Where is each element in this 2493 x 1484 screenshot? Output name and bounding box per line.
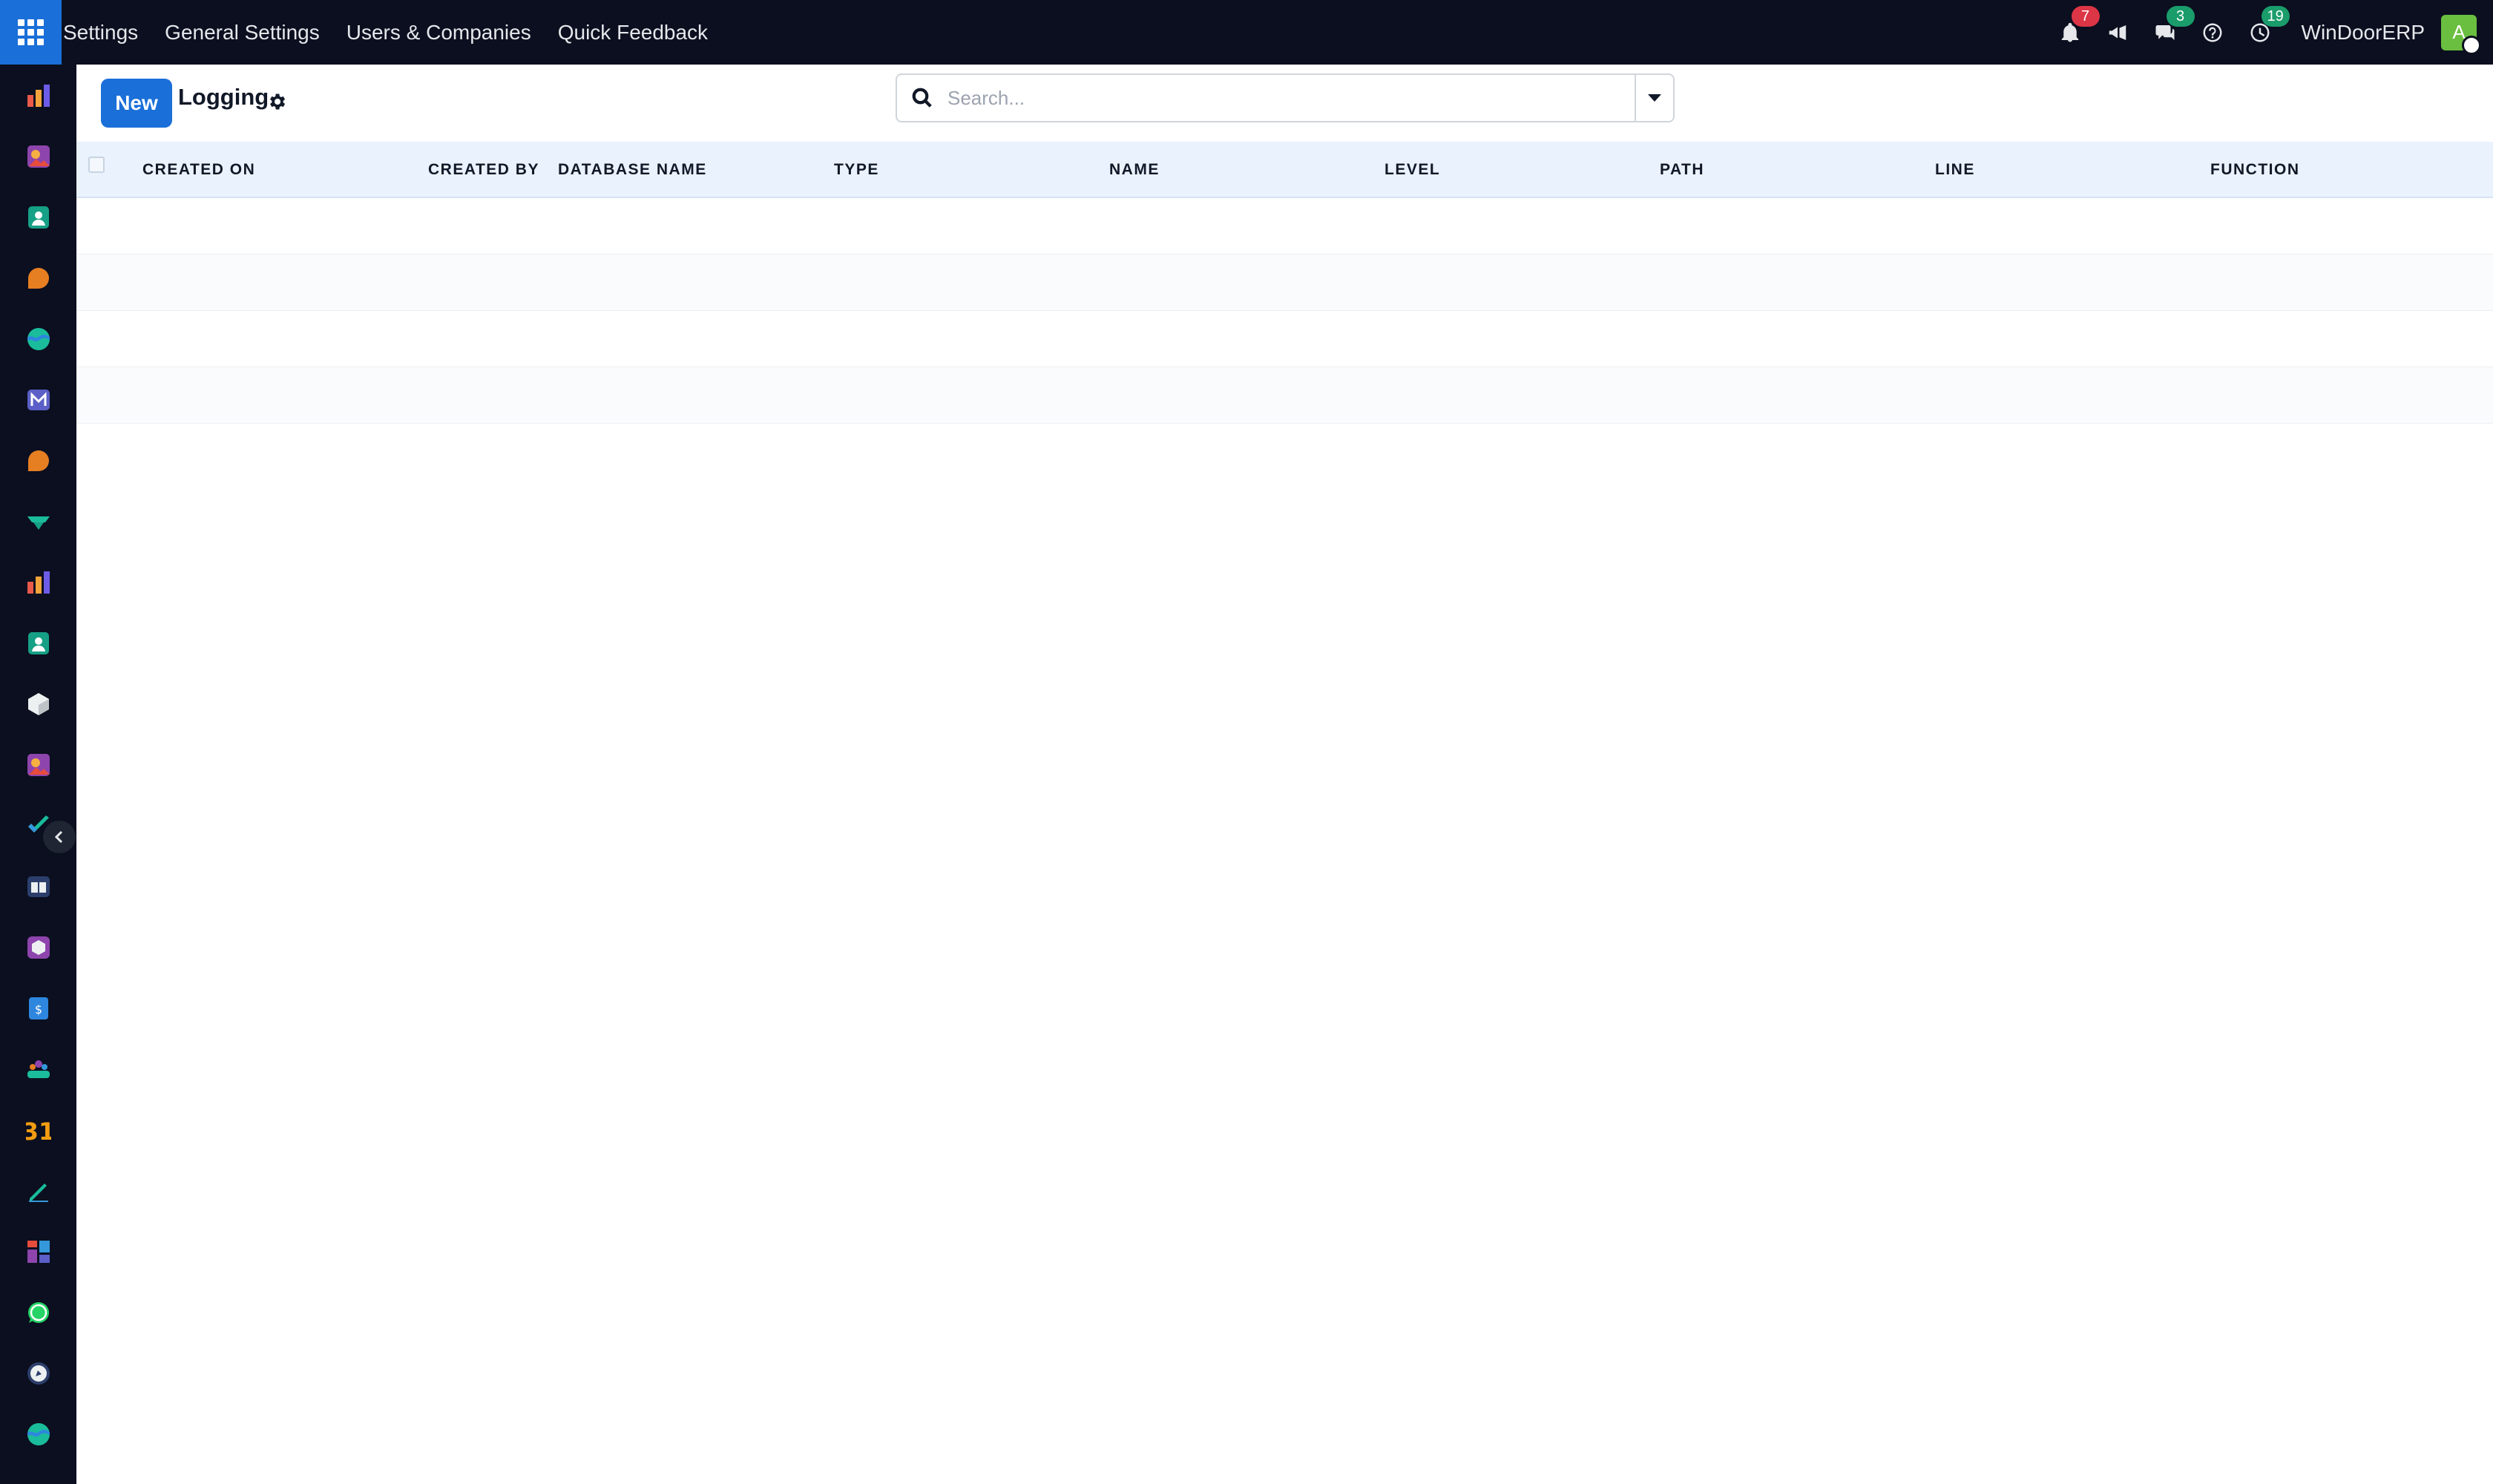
column-database-name[interactable]: DATABASE NAME [558,161,707,179]
menu-settings[interactable]: Settings [62,0,151,65]
dashboard-icon[interactable] [24,1237,53,1267]
megaphone-icon [2109,24,2126,40]
sidebar-collapse-button[interactable] [43,821,76,853]
new-button[interactable]: New [101,79,172,128]
search-input[interactable] [947,76,1635,120]
check-ribbon-icon[interactable] [24,507,53,536]
company-switcher[interactable]: WinDoorERP [2284,21,2441,45]
grid-icon [18,19,44,45]
table-row [76,255,2493,311]
announcements-button[interactable] [2094,0,2141,65]
calendar-icon[interactable]: 31 [24,1115,53,1145]
menu-general-settings[interactable]: General Settings [151,0,333,65]
column-line[interactable]: LINE [1935,161,1975,179]
bar-chart-icon[interactable] [24,81,53,111]
app-sidebar: $ 31 [0,65,76,1484]
svg-text:31: 31 [26,1117,51,1143]
gear-icon[interactable] [266,91,287,112]
pen-icon[interactable] [24,1176,53,1206]
table-row [76,198,2493,255]
image-edit-icon[interactable] [24,750,53,780]
team-icon[interactable] [24,1054,53,1084]
book-icon[interactable] [24,872,53,902]
caret-down-icon [1648,94,1661,102]
contacts-icon[interactable] [24,628,53,658]
column-created-by[interactable]: CREATED BY [428,161,539,179]
wave-icon[interactable] [24,1419,53,1449]
control-panel: New Logging [76,65,2493,142]
compass-icon[interactable] [24,1359,53,1388]
list-table: CREATED ON CREATED BY DATABASE NAME TYPE… [76,142,2493,424]
top-navbar: Settings General Settings Users & Compan… [0,0,2493,65]
main-menu: Settings General Settings Users & Compan… [62,0,721,65]
help-button[interactable] [2189,0,2236,65]
activities-button[interactable]: 19 [2236,0,2290,65]
table-row [76,367,2493,424]
mail-icon[interactable] [24,385,53,415]
notifications-button[interactable]: 7 [2046,0,2100,65]
invoice-icon[interactable]: $ [24,994,53,1023]
column-created-on[interactable]: CREATED ON [142,161,255,179]
chat-bubble-icon[interactable] [24,446,53,476]
column-name[interactable]: NAME [1109,161,1160,179]
question-circle-icon [2203,23,2222,42]
page-title: Logging [178,84,269,110]
column-function[interactable]: FUNCTION [2210,161,2300,179]
column-path[interactable]: PATH [1660,161,1704,179]
svg-text:$: $ [35,1002,42,1017]
chat-bubble-icon[interactable] [24,263,53,293]
apps-menu-button[interactable] [0,0,62,65]
cube-icon[interactable] [24,689,53,719]
search-bar [896,73,1675,122]
contacts-icon[interactable] [24,203,53,232]
box-icon[interactable] [24,933,53,962]
table-row [76,311,2493,367]
table-body [76,198,2493,424]
select-all-checkbox[interactable] [88,157,105,173]
chevron-left-icon [54,830,63,844]
messages-button[interactable]: 3 [2141,0,2195,65]
wave-icon[interactable] [24,324,53,354]
user-avatar[interactable]: A [2441,14,2481,55]
image-edit-icon[interactable] [24,142,53,171]
search-icon [897,75,947,121]
column-type[interactable]: TYPE [834,161,879,179]
whatsapp-icon[interactable] [24,1298,53,1327]
table-header: CREATED ON CREATED BY DATABASE NAME TYPE… [76,142,2493,198]
search-options-toggle[interactable] [1635,75,1673,121]
systray: 7 3 19 WinDoorERP A [2046,0,2493,65]
activities-count-badge: 19 [2261,6,2290,27]
bar-chart-icon[interactable] [24,568,53,597]
column-level[interactable]: LEVEL [1385,161,1440,179]
menu-quick-feedback[interactable]: Quick Feedback [545,0,721,65]
menu-users-companies[interactable]: Users & Companies [333,0,545,65]
status-dot [2462,35,2481,55]
